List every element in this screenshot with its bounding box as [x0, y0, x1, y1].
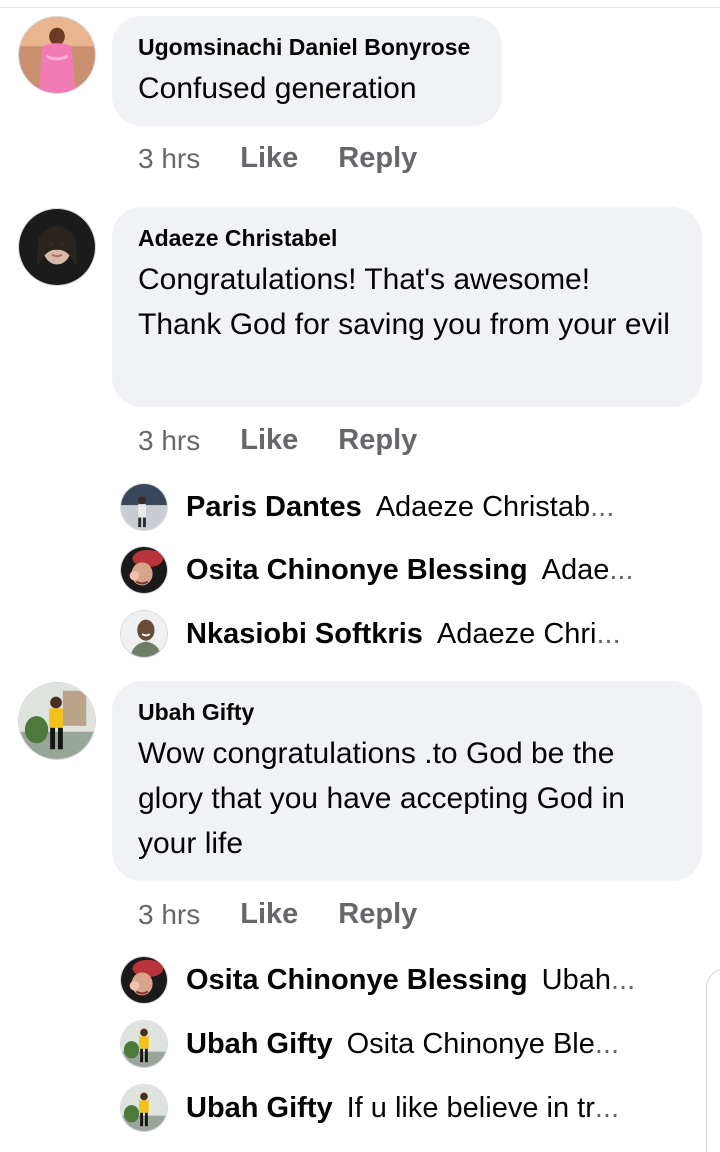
reply-author[interactable]: Osita Chinonye Blessing [186, 964, 528, 997]
comment-author[interactable]: Ubah Gifty [138, 697, 676, 727]
comments-thread: Ugomsinachi Daniel Bonyrose Confused gen… [0, 0, 720, 1152]
reply-author[interactable]: Paris Dantes [186, 491, 362, 524]
like-button[interactable]: Like [240, 424, 298, 457]
comment-time[interactable]: 3 hrs [138, 425, 200, 457]
yellow-shirt-avatar [120, 1020, 168, 1068]
reply-author[interactable]: Ubah Gifty [186, 1092, 333, 1125]
comment-actions: 3 hrs Like Reply [138, 424, 417, 457]
reply-ellipsis: ... [596, 617, 621, 650]
comment-time[interactable]: 3 hrs [138, 143, 200, 175]
red-hat-avatar [120, 956, 168, 1004]
reply-ellipsis: ... [610, 963, 636, 996]
red-hat-avatar [120, 546, 168, 594]
comment-bubble[interactable]: Ubah Gifty Wow congratulations .to God b… [112, 681, 702, 881]
comment-bubble[interactable]: Ugomsinachi Daniel Bonyrose Confused gen… [112, 16, 502, 126]
reply-ellipsis: ... [590, 490, 615, 523]
comment-text: Congratulations! That's awesome! Thank G… [138, 263, 670, 341]
side-panel-edge[interactable] [706, 968, 720, 1152]
divider [0, 7, 720, 8]
reply-button[interactable]: Reply [338, 898, 417, 931]
comment-time[interactable]: 3 hrs [138, 899, 200, 931]
woman-portrait-avatar[interactable] [18, 208, 96, 286]
reply-text: Adaeze Chri [436, 617, 597, 650]
standing-man-avatar [120, 483, 168, 531]
like-button[interactable]: Like [240, 142, 298, 175]
yellow-shirt-avatar[interactable] [18, 682, 96, 760]
reply-preview[interactable]: Ubah Gifty Osita Chinonye Ble ... [120, 1020, 680, 1068]
reply-text: Adaeze Christab [375, 490, 591, 523]
reply-text: If u like believe in tr [346, 1091, 595, 1124]
comment-text: Confused generation [138, 72, 417, 105]
reply-author[interactable]: Osita Chinonye Blessing [186, 554, 528, 587]
comment-actions: 3 hrs Like Reply [138, 898, 417, 931]
like-button[interactable]: Like [240, 898, 298, 931]
reply-button[interactable]: Reply [338, 424, 417, 457]
reply-preview[interactable]: Nkasiobi Softkris Adaeze Chri ... [120, 610, 680, 658]
reply-preview[interactable]: Osita Chinonye Blessing Ubah ... [120, 956, 680, 1004]
reply-author[interactable]: Ubah Gifty [186, 1028, 333, 1061]
yellow-shirt-avatar [120, 1084, 168, 1132]
smiling-man-avatar [120, 610, 168, 658]
reply-author[interactable]: Nkasiobi Softkris [186, 618, 423, 651]
reply-ellipsis: ... [594, 1091, 620, 1124]
comment-bubble[interactable]: Adaeze Christabel Congratulations! That'… [112, 207, 702, 407]
reply-text: Adae [541, 553, 610, 586]
reply-preview[interactable]: Osita Chinonye Blessing Adae ... [120, 546, 680, 594]
comment-author[interactable]: Adaeze Christabel [138, 223, 676, 253]
reply-preview[interactable]: Paris Dantes Adaeze Christab ... [120, 483, 680, 531]
pink-dress-avatar[interactable] [18, 16, 96, 94]
reply-button[interactable]: Reply [338, 142, 417, 175]
reply-ellipsis: ... [609, 553, 634, 586]
comment-text: Wow congratulations .to God be the glory… [138, 737, 625, 860]
reply-text: Osita Chinonye Ble [346, 1027, 595, 1060]
reply-text: Ubah [541, 963, 611, 996]
comment-author[interactable]: Ugomsinachi Daniel Bonyrose [138, 32, 476, 62]
comment-actions: 3 hrs Like Reply [138, 142, 417, 175]
reply-preview[interactable]: Ubah Gifty If u like believe in tr ... [120, 1084, 680, 1132]
reply-ellipsis: ... [594, 1027, 620, 1060]
